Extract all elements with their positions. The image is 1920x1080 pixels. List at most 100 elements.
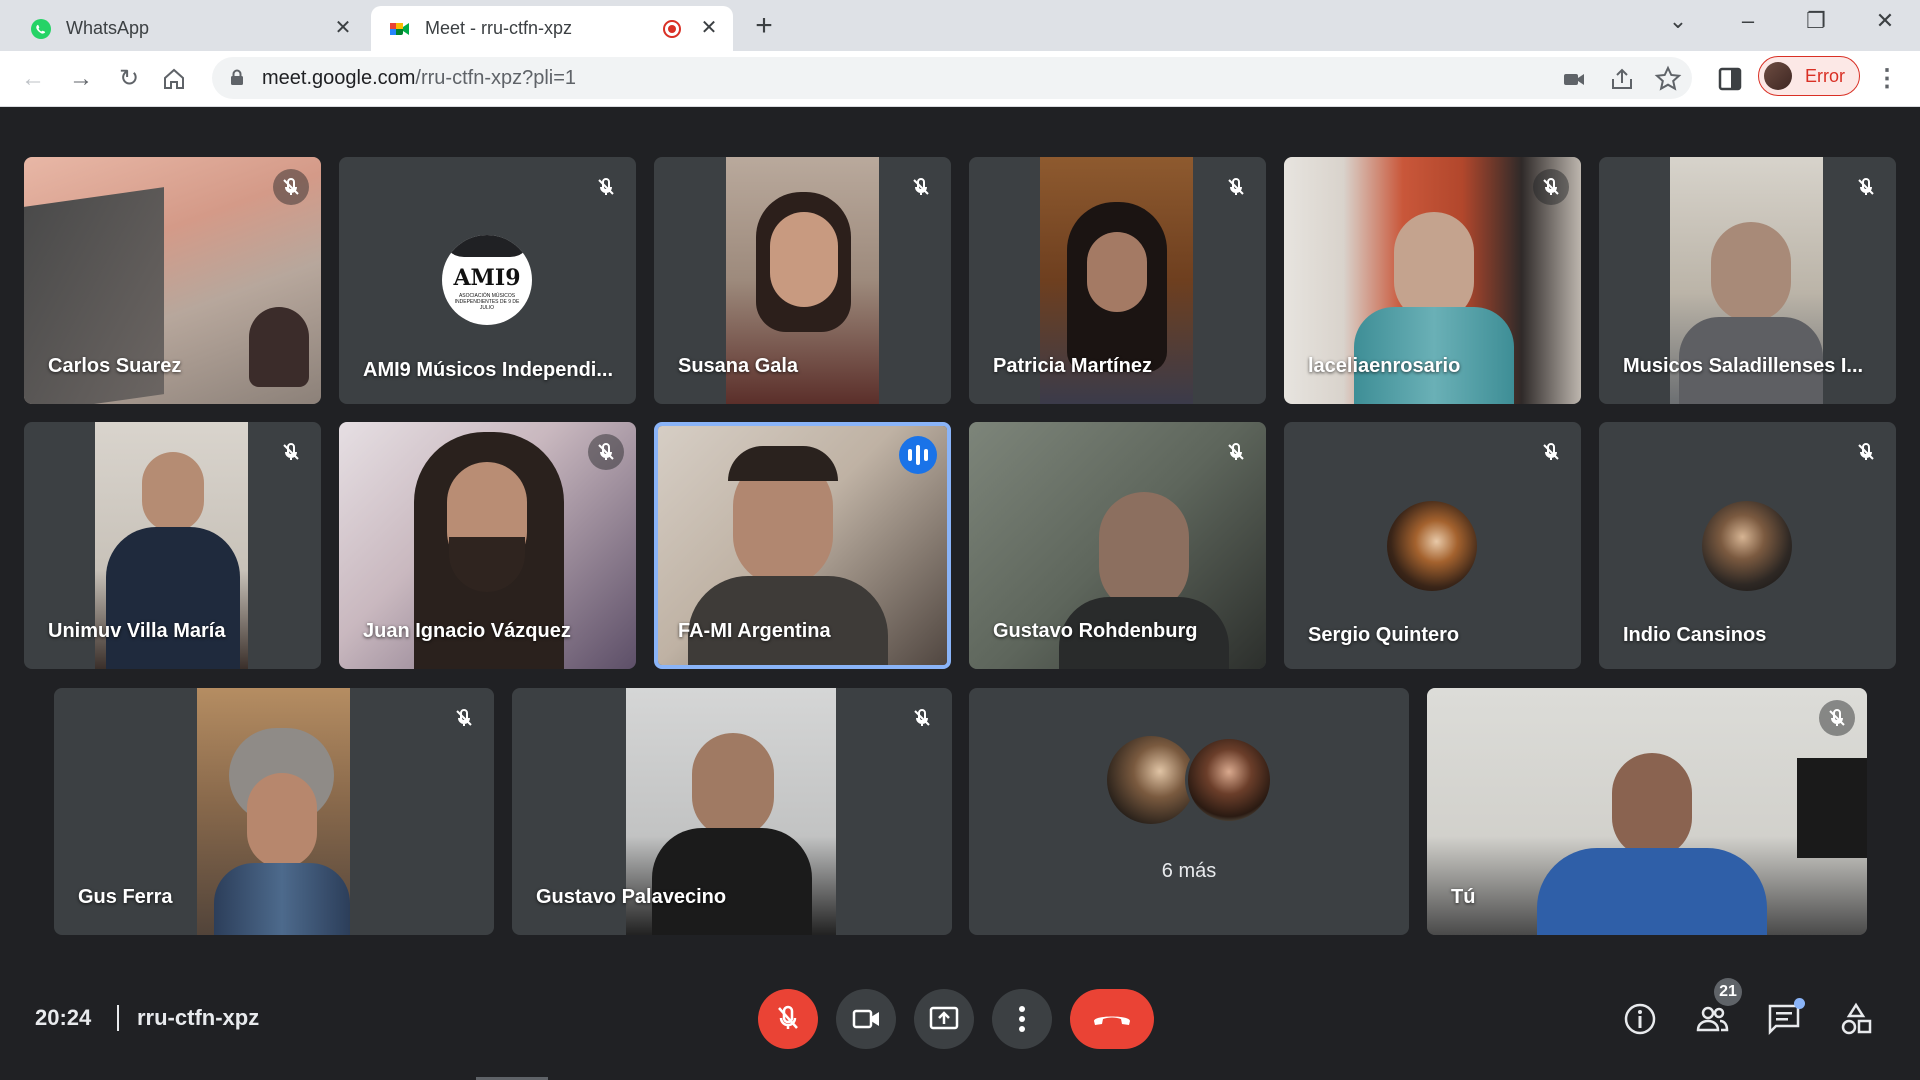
participant-tile-musicos-saladillenses[interactable]: Musicos Saladillenses I... (1599, 157, 1896, 404)
hair-image (728, 446, 838, 481)
tab-strip: WhatsApp ✕ Meet - rru-ctfn-xpz ✕ + ⌄ – ❐… (0, 0, 1920, 51)
close-icon[interactable]: ✕ (697, 16, 721, 40)
participant-tile-laceliaenrosario[interactable]: laceliaenrosario (1284, 157, 1581, 404)
url-domain: meet.google.com (262, 67, 416, 89)
lock-icon[interactable] (230, 69, 244, 85)
participant-tile-susana-gala[interactable]: Susana Gala (654, 157, 951, 404)
participant-tile-gustavo-palavecino[interactable]: Gustavo Palavecino (512, 688, 952, 935)
mic-off-icon (446, 700, 482, 736)
participant-tile-gustavo-rohdenburg[interactable]: Gustavo Rohdenburg (969, 422, 1266, 669)
present-screen-button[interactable] (914, 989, 974, 1049)
hoodie-image (652, 828, 812, 935)
close-icon[interactable]: ✕ (331, 16, 355, 40)
more-vert-icon (1019, 1006, 1025, 1032)
mic-off-icon (778, 1005, 798, 1029)
participant-tile-unimuv-villa-maria[interactable]: Unimuv Villa María (24, 422, 321, 669)
participant-tile-gus-ferra[interactable]: Gus Ferra (54, 688, 494, 935)
hoodie-image (106, 527, 240, 669)
hang-up-icon (1094, 1016, 1130, 1025)
menu-icon[interactable]: ⋮ (1872, 64, 1902, 94)
camera-icon[interactable] (1560, 65, 1588, 93)
tab-meet[interactable]: Meet - rru-ctfn-xpz ✕ (371, 6, 733, 51)
new-tab-button[interactable]: + (748, 10, 780, 42)
profile-error-label: Error (1805, 66, 1845, 86)
participant-tile-self[interactable]: Tú (1427, 688, 1867, 935)
participant-name: Gustavo Palavecino (536, 886, 727, 908)
mic-off-icon (1848, 434, 1884, 470)
forward-icon[interactable]: → (66, 64, 96, 94)
mic-off-icon (273, 169, 309, 205)
participant-name: Carlos Suarez (48, 355, 182, 377)
restore-icon[interactable]: ❐ (1796, 8, 1836, 34)
participant-tile-sergio-quintero[interactable]: Sergio Quintero (1284, 422, 1581, 669)
url-path: /rru-ctfn-xpz?pli=1 (415, 67, 577, 89)
avatar (1764, 62, 1792, 90)
participant-tile-indio-cansinos[interactable]: Indio Cansinos (1599, 422, 1896, 669)
microphone-toggle-button[interactable] (758, 989, 818, 1049)
meeting-code: rru-ctfn-xpz (137, 1005, 260, 1030)
participant-name: AMI9 Músicos Independi... (363, 359, 614, 381)
camera-toggle-button[interactable] (836, 989, 896, 1049)
participant-name: FA-MI Argentina (678, 620, 831, 642)
browser-toolbar: ← → ↻ meet.google.com/rru-ctfn-xpz?pli=1… (0, 51, 1920, 107)
meeting-time: 20:24 (35, 1005, 92, 1030)
participant-name: laceliaenrosario (1308, 355, 1461, 377)
minimize-icon[interactable]: – (1728, 8, 1768, 34)
activities-icon[interactable] (1839, 1002, 1873, 1036)
tv-image (1797, 758, 1867, 858)
participant-name: Sergio Quintero (1308, 624, 1460, 646)
person-image (247, 773, 317, 868)
shirt-image (1537, 848, 1767, 935)
tab-search-icon[interactable]: ⌄ (1658, 8, 1698, 34)
person-image (249, 307, 309, 387)
divider (117, 1005, 119, 1031)
face-image (1087, 232, 1147, 312)
speaking-indicator-icon (899, 436, 937, 474)
participant-tile-fa-mi-argentina[interactable]: FA-MI Argentina (654, 422, 951, 669)
unread-dot (1794, 998, 1805, 1009)
address-bar[interactable]: meet.google.com/rru-ctfn-xpz?pli=1 (212, 57, 1692, 99)
side-panel-icon[interactable] (1716, 65, 1744, 93)
meeting-details-icon[interactable] (1623, 1002, 1657, 1036)
mic-off-icon (273, 434, 309, 470)
participant-name: Musicos Saladillenses I... (1623, 355, 1864, 377)
present-icon (929, 1006, 959, 1030)
whatsapp-icon (31, 19, 51, 39)
close-window-icon[interactable]: ✕ (1865, 8, 1905, 34)
mic-off-icon (1218, 434, 1254, 470)
people-icon[interactable] (1695, 1002, 1729, 1036)
mic-off-icon (903, 169, 939, 205)
mic-off-icon (1218, 169, 1254, 205)
tab-title: Meet - rru-ctfn-xpz (425, 18, 573, 38)
bookmark-star-icon[interactable] (1654, 65, 1682, 93)
leave-call-button[interactable] (1070, 989, 1154, 1049)
share-icon[interactable] (1608, 65, 1636, 93)
tab-whatsapp[interactable]: WhatsApp ✕ (12, 6, 367, 51)
home-icon[interactable] (162, 67, 186, 91)
more-participants-label: 6 más (1161, 860, 1217, 882)
person-image (142, 452, 204, 532)
participant-tile-patricia-martinez[interactable]: Patricia Martínez (969, 157, 1266, 404)
participant-name: Gus Ferra (78, 886, 173, 908)
shirt-image (214, 863, 350, 935)
participant-name: Patricia Martínez (993, 355, 1152, 377)
video-camera-icon (852, 1009, 879, 1029)
participant-tile-carlos-suarez[interactable]: Carlos Suarez (24, 157, 321, 404)
ami9-logo: AMI9 ASOCIACIÓN MÚSICOS INDEPENDIENTES D… (442, 235, 532, 325)
participant-tile-ami9[interactable]: AMI9 ASOCIACIÓN MÚSICOS INDEPENDIENTES D… (339, 157, 636, 404)
recording-icon (663, 20, 681, 38)
participant-name: Gustavo Rohdenburg (993, 620, 1198, 642)
back-icon[interactable]: ← (18, 64, 48, 94)
url-text: meet.google.com/rru-ctfn-xpz?pli=1 (262, 67, 576, 90)
person-image (1612, 753, 1692, 858)
logo-text: AMI9 (453, 265, 521, 291)
profile-button[interactable]: Error (1758, 56, 1860, 96)
participant-tile-juan-ignacio-vazquez[interactable]: Juan Ignacio Vázquez (339, 422, 636, 669)
participant-count-badge: 21 (1714, 978, 1742, 1006)
more-options-button[interactable] (992, 989, 1052, 1049)
person-image (1711, 222, 1791, 322)
avatar (1702, 501, 1792, 591)
more-participants-tile[interactable]: 6 más (969, 688, 1409, 935)
reload-icon[interactable]: ↻ (114, 64, 144, 94)
participant-name: Tú (1451, 886, 1476, 908)
